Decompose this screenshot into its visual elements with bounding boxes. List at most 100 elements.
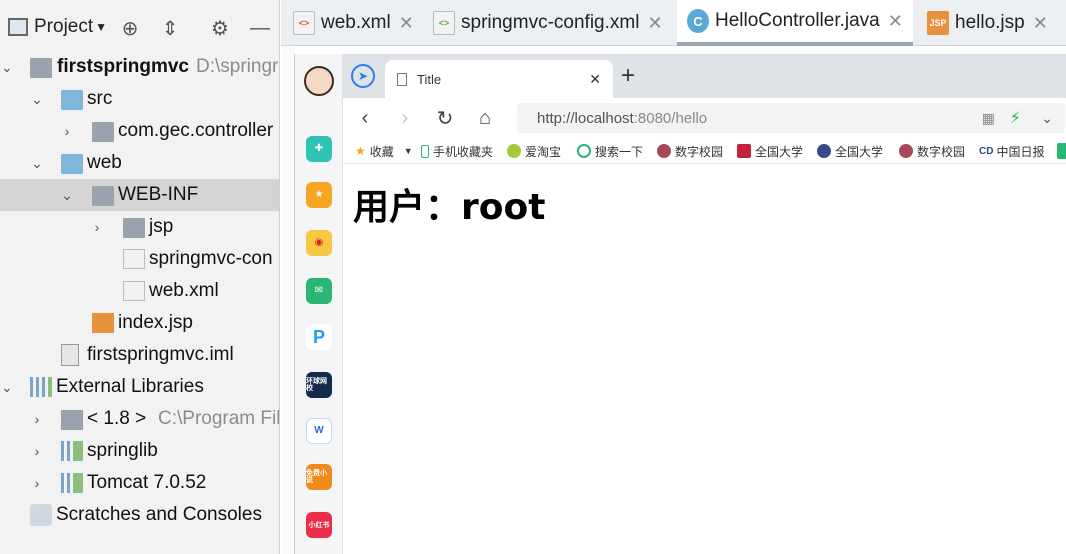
tree-item-jdk[interactable]: › < 1.8 > C:\Program Fil [0, 403, 280, 435]
page-heading: 用户：root [353, 187, 546, 228]
tree-item-springlib[interactable]: › springlib [0, 435, 279, 467]
chevron-down-icon: ⌄ [1, 378, 13, 395]
tree-item-springmvc-config[interactable]: springmvc-con [0, 243, 279, 275]
huanqiu-app-icon[interactable]: 环球网校 [306, 372, 332, 398]
page-icon [397, 72, 407, 86]
close-icon[interactable]: ✕ [589, 71, 601, 88]
tree-item-package[interactable]: › com.gec.controller [0, 115, 279, 147]
minimize-icon[interactable]: — [248, 16, 272, 40]
url-path: :8080/hello [633, 109, 708, 127]
chevron-right-icon: › [34, 443, 40, 459]
bookmark-campus-2[interactable]: 数字校园 [899, 142, 965, 160]
back-icon[interactable]: ‹ [353, 106, 377, 130]
tree-label: com.gec.controller [118, 120, 274, 141]
source-folder-icon [61, 90, 83, 110]
tree-label: web.xml [149, 280, 219, 301]
forward-icon[interactable]: › [393, 106, 417, 130]
xml-file-icon [123, 281, 145, 301]
tree-item-iml[interactable]: firstspringmvc.iml [0, 339, 279, 371]
project-panel: Project ▼ ⊕ ⇕ ⚙ — ⌄ firstspringmvc D:\sp… [0, 0, 280, 554]
tab-web-xml[interactable]: <> web.xml ✕ [293, 0, 414, 46]
bookmark-label: 中国日报 [996, 144, 1045, 159]
gear-icon[interactable]: ⚙ [208, 16, 232, 40]
health-app-icon[interactable]: ✚ [306, 136, 332, 162]
star-icon[interactable]: ★ [306, 182, 332, 208]
tree-item-external-libraries[interactable]: ⌄ External Libraries [0, 371, 279, 403]
novel-app-icon[interactable]: 免费小说 [306, 464, 332, 490]
tree-label: src [87, 88, 113, 109]
bookmark-label: 搜索一下 [595, 144, 644, 159]
spring-xml-file-icon [123, 249, 145, 269]
tab-hello-jsp[interactable]: JSP hello.jsp ✕ [927, 0, 1048, 46]
tab-springmvc-config[interactable]: <> springmvc-config.xml ✕ [433, 0, 663, 46]
chevron-right-icon: › [64, 123, 70, 139]
close-icon[interactable]: ✕ [888, 11, 903, 32]
university-seal-icon [817, 144, 831, 158]
p-app-icon[interactable]: P [306, 324, 332, 350]
tree-item-index-jsp[interactable]: index.jsp [0, 307, 279, 339]
tree-path: C:\Program Fil [158, 408, 280, 429]
folder-icon [92, 186, 114, 206]
browser-navbar: ‹ › ↻ ⌂ http://localhost:8080/hello ▦ ⚡ … [343, 98, 1066, 138]
tree-item-tomcat[interactable]: › Tomcat 7.0.52 [0, 467, 279, 499]
browser-main: ➤ Title ✕ + ‹ › ↻ ⌂ http://localhost:808… [343, 54, 1066, 554]
spring-xml-file-icon: <> [433, 11, 455, 35]
close-icon[interactable]: ✕ [399, 13, 414, 34]
browser-tab-title: Title [417, 71, 442, 87]
crosshair-icon[interactable]: ⊕ [118, 16, 142, 40]
tab-hellocontroller[interactable]: C HelloController.java ✕ [677, 0, 913, 46]
close-icon[interactable]: ✕ [647, 13, 662, 34]
bookmark-university-2[interactable]: 全国大学 [817, 142, 883, 160]
tree-item-src[interactable]: ⌄ src [0, 83, 279, 115]
avatar[interactable] [304, 66, 334, 96]
tree-item-web[interactable]: ⌄ web [0, 147, 279, 179]
phone-icon [421, 144, 429, 158]
weibo-icon[interactable]: ◉ [306, 230, 332, 256]
mail-icon[interactable]: ✉ [306, 278, 332, 304]
bookmark-label: 全国大学 [755, 144, 804, 159]
web-folder-icon [61, 154, 83, 174]
bookmark-favorites[interactable]: ★ 收藏 ▼ [355, 142, 413, 160]
tree-item-web-inf[interactable]: ⌄ WEB-INF [0, 179, 279, 211]
scratches-icon [30, 504, 52, 526]
tab-label: HelloController.java [715, 10, 880, 31]
wechat-icon[interactable] [1057, 143, 1066, 159]
bookmark-label: 数字校园 [675, 144, 724, 159]
xiaohongshu-icon[interactable]: 小红书 [306, 512, 332, 538]
address-bar[interactable]: http://localhost:8080/hello ▦ ⚡ ⌄ [517, 103, 1065, 133]
bookmark-search[interactable]: 搜索一下 [577, 142, 643, 160]
tree-label: Tomcat 7.0.52 [87, 472, 207, 493]
close-icon[interactable]: ✕ [1033, 13, 1048, 34]
tree-label: < 1.8 > [87, 408, 147, 429]
search-icon [577, 144, 591, 158]
bookmark-chinadaily[interactable]: CD 中国日报 [979, 142, 1044, 160]
dropdown-icon: ▼ [403, 146, 413, 156]
chevron-down-icon: ⌄ [1, 58, 13, 75]
tree-item-firstspringmvc[interactable]: ⌄ firstspringmvc D:\springr [0, 51, 279, 83]
chinadaily-icon: CD [979, 145, 994, 157]
lightning-icon[interactable]: ⚡ [1010, 108, 1021, 128]
chevron-right-icon: › [34, 475, 40, 491]
home-icon[interactable]: ⌂ [473, 106, 497, 130]
project-view-selector[interactable]: Project ▼ [8, 16, 107, 38]
browser-tab[interactable]: Title ✕ [385, 60, 613, 98]
reload-icon[interactable]: ↻ [433, 106, 457, 130]
navigation-compass-icon[interactable]: ➤ [351, 64, 375, 88]
tree-label: Scratches and Consoles [56, 504, 262, 525]
document-icon[interactable]: W [306, 418, 332, 444]
tree-item-web-xml[interactable]: web.xml [0, 275, 279, 307]
chevron-down-icon: ⌄ [31, 154, 43, 171]
tree-label: springmvc-con [149, 248, 273, 269]
bookmark-mobile[interactable]: 手机收藏夹 [421, 142, 493, 160]
bookmark-university-1[interactable]: 全国大学 [737, 142, 803, 160]
qr-code-icon[interactable]: ▦ [982, 110, 995, 127]
bookmark-campus-1[interactable]: 数字校园 [657, 142, 723, 160]
tree-item-jsp[interactable]: › jsp [0, 211, 279, 243]
new-tab-button[interactable]: + [621, 62, 635, 90]
bookmark-taobao[interactable]: 爱淘宝 [507, 142, 561, 160]
url-host: http://localhost [537, 109, 634, 127]
chevron-down-icon[interactable]: ⌄ [1041, 110, 1053, 127]
tree-item-scratches[interactable]: Scratches and Consoles [0, 499, 279, 531]
collapse-icon[interactable]: ⇕ [158, 16, 182, 40]
tab-label: hello.jsp [955, 12, 1025, 33]
